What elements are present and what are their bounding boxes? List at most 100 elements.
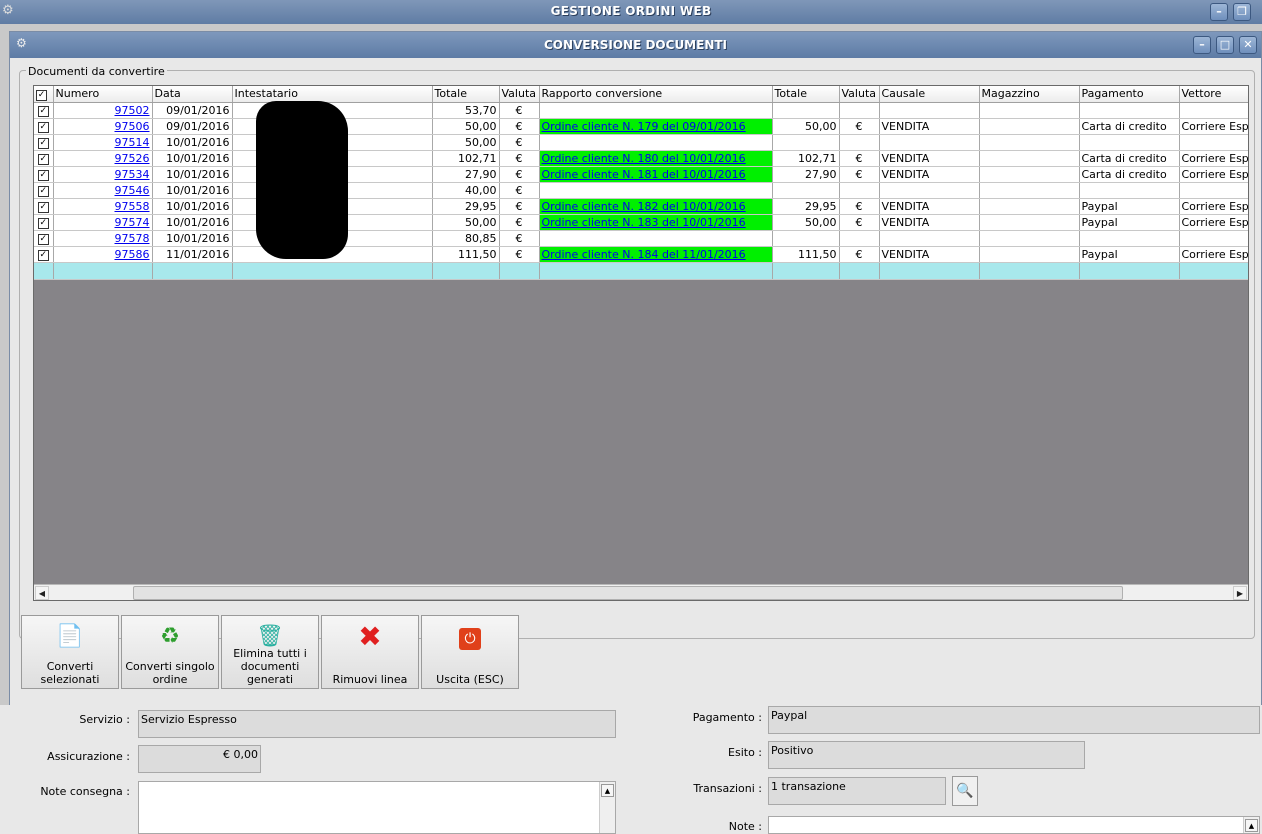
order-number-link[interactable]: 97514 <box>115 136 150 149</box>
empty-cell[interactable] <box>979 262 1080 280</box>
note-field[interactable]: ▲ <box>768 816 1260 834</box>
cell-numero[interactable]: 97506 <box>53 118 153 135</box>
scroll-right-arrow-icon[interactable]: ▶ <box>1233 586 1247 600</box>
window-maximize-button[interactable]: □ <box>1216 36 1234 54</box>
table-row[interactable]: ✓ 97506 09/01/2016 50,00 € Ordine cliente N. … <box>34 118 1248 135</box>
empty-cell[interactable] <box>152 262 233 280</box>
row-checkbox[interactable]: ✓ <box>34 246 54 263</box>
table-row[interactable]: ✓ 97586 11/01/2016 111,50 € Ordine cliente N.… <box>34 246 1248 263</box>
conversion-link[interactable]: Ordine cliente N. 181 del 10/01/2016 <box>542 168 746 181</box>
empty-cell[interactable] <box>1079 262 1180 280</box>
cell-rapporto[interactable]: Ordine cliente N. 180 del 10/01/2016 <box>539 150 773 167</box>
col-header[interactable]: Valuta <box>499 86 540 103</box>
order-number-link[interactable]: 97558 <box>115 200 150 213</box>
scrollbar-thumb[interactable] <box>133 586 1123 600</box>
pagamento-field[interactable]: Paypal <box>768 706 1260 734</box>
order-number-link[interactable]: 97534 <box>115 168 150 181</box>
cell-numero[interactable]: 97534 <box>53 166 153 183</box>
cell-rapporto[interactable]: Ordine cliente N. 183 del 10/01/2016 <box>539 214 773 231</box>
col-header[interactable]: Intestatario <box>232 86 433 103</box>
cell-numero[interactable]: 97558 <box>53 198 153 215</box>
scroll-up-arrow-icon[interactable]: ▲ <box>1245 819 1258 832</box>
table-row[interactable]: ✓ 97502 09/01/2016 53,70 € <box>34 102 1248 119</box>
cell-rapporto[interactable]: Ordine cliente N. 179 del 09/01/2016 <box>539 118 773 135</box>
table-row[interactable]: ✓ 97574 10/01/2016 50,00 € Ordine cliente N. … <box>34 214 1248 231</box>
empty-cell[interactable] <box>539 262 773 280</box>
order-number-link[interactable]: 97506 <box>115 120 150 133</box>
note-consegna-field[interactable]: ▲ <box>138 781 616 834</box>
assicurazione-field[interactable]: € 0,00 <box>138 745 261 773</box>
table-row[interactable]: ✓ 97526 10/01/2016 102,71 € Ordine cliente N.… <box>34 150 1248 167</box>
col-header[interactable]: Rapporto conversione <box>539 86 773 103</box>
empty-cell[interactable] <box>772 262 840 280</box>
cell-rapporto[interactable]: Ordine cliente N. 182 del 10/01/2016 <box>539 198 773 215</box>
col-header[interactable]: Magazzino <box>979 86 1080 103</box>
exit-button[interactable]: ⏻ Uscita (ESC) <box>421 615 519 689</box>
cell-rapporto[interactable]: Ordine cliente N. 181 del 10/01/2016 <box>539 166 773 183</box>
order-number-link[interactable]: 97586 <box>115 248 150 261</box>
empty-cell[interactable] <box>432 262 500 280</box>
empty-cell[interactable] <box>879 262 980 280</box>
row-checkbox[interactable]: ✓ <box>34 102 54 119</box>
scroll-up-arrow-icon[interactable]: ▲ <box>601 784 614 797</box>
note-scrollbar[interactable]: ▲ <box>1243 817 1259 833</box>
restore-button[interactable]: ❐ <box>1233 3 1251 21</box>
conversion-link[interactable]: Ordine cliente N. 179 del 09/01/2016 <box>542 120 746 133</box>
convert-selected-button[interactable]: 📄 Converti selezionati <box>21 615 119 689</box>
cell-numero[interactable]: 97514 <box>53 134 153 151</box>
horizontal-scrollbar[interactable]: ◀ ▶ <box>34 584 1248 600</box>
col-header[interactable]: Causale <box>879 86 980 103</box>
table-row[interactable]: ✓ 97534 10/01/2016 27,90 € Ordine cliente N. … <box>34 166 1248 183</box>
empty-cell[interactable] <box>499 262 540 280</box>
row-checkbox[interactable]: ✓ <box>34 118 54 135</box>
row-checkbox[interactable]: ✓ <box>34 134 54 151</box>
empty-cell[interactable] <box>839 262 880 280</box>
scroll-left-arrow-icon[interactable]: ◀ <box>35 586 49 600</box>
empty-cell[interactable] <box>232 262 433 280</box>
note-consegna-scrollbar[interactable]: ▲ <box>599 782 615 833</box>
conversion-link[interactable]: Ordine cliente N. 182 del 10/01/2016 <box>542 200 746 213</box>
cell-numero[interactable]: 97526 <box>53 150 153 167</box>
conversion-link[interactable]: Ordine cliente N. 183 del 10/01/2016 <box>542 216 746 229</box>
cell-rapporto[interactable]: Ordine cliente N. 184 del 11/01/2016 <box>539 246 773 263</box>
empty-cell[interactable] <box>34 262 54 280</box>
col-header[interactable]: Numero <box>53 86 153 103</box>
cell-numero[interactable]: 97578 <box>53 230 153 247</box>
order-number-link[interactable]: 97578 <box>115 232 150 245</box>
esito-field[interactable]: Positivo <box>768 741 1085 769</box>
col-header[interactable]: Totale <box>432 86 500 103</box>
remove-line-button[interactable]: ✖ Rimuovi linea <box>321 615 419 689</box>
select-all-checkbox[interactable]: ✓ <box>34 86 54 103</box>
search-transactions-button[interactable]: 🔍 <box>952 776 978 806</box>
table-row[interactable]: ✓ 97514 10/01/2016 50,00 € <box>34 134 1248 151</box>
row-checkbox[interactable]: ✓ <box>34 182 54 199</box>
col-header[interactable]: Valuta <box>839 86 880 103</box>
window-minimize-button[interactable]: – <box>1193 36 1211 54</box>
delete-generated-button[interactable]: 🗑 Elimina tutti i documenti generati <box>221 615 319 689</box>
cell-numero[interactable]: 97574 <box>53 214 153 231</box>
new-entry-row[interactable] <box>34 262 1248 280</box>
table-row[interactable]: ✓ 97546 10/01/2016 40,00 € <box>34 182 1248 199</box>
order-number-link[interactable]: 97502 <box>115 104 150 117</box>
empty-cell[interactable] <box>53 262 153 280</box>
col-header[interactable]: Data <box>152 86 233 103</box>
col-header[interactable]: Vettore <box>1179 86 1248 103</box>
cell-numero[interactable]: 97502 <box>53 102 153 119</box>
col-header[interactable]: Pagamento <box>1079 86 1180 103</box>
convert-single-order-button[interactable]: ♻ Converti singolo ordine <box>121 615 219 689</box>
conversion-link[interactable]: Ordine cliente N. 184 del 11/01/2016 <box>542 248 746 261</box>
cell-numero[interactable]: 97586 <box>53 246 153 263</box>
row-checkbox[interactable]: ✓ <box>34 214 54 231</box>
row-checkbox[interactable]: ✓ <box>34 230 54 247</box>
conversion-link[interactable]: Ordine cliente N. 180 del 10/01/2016 <box>542 152 746 165</box>
col-header[interactable]: Totale <box>772 86 840 103</box>
row-checkbox[interactable]: ✓ <box>34 166 54 183</box>
servizio-field[interactable]: Servizio Espresso <box>138 710 616 738</box>
order-number-link[interactable]: 97526 <box>115 152 150 165</box>
order-number-link[interactable]: 97574 <box>115 216 150 229</box>
window-close-button[interactable]: ✕ <box>1239 36 1257 54</box>
empty-cell[interactable] <box>1179 262 1248 280</box>
order-number-link[interactable]: 97546 <box>115 184 150 197</box>
transazioni-field[interactable]: 1 transazione <box>768 777 946 805</box>
row-checkbox[interactable]: ✓ <box>34 150 54 167</box>
